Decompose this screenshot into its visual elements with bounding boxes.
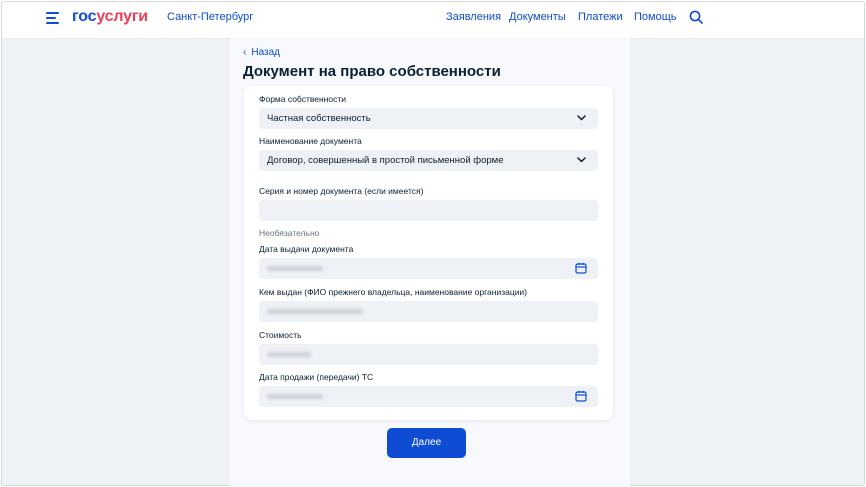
region-selector[interactable]: Санкт-Петербург: [167, 11, 253, 23]
optional-note: Необязательно: [259, 228, 320, 238]
document-name-label: Наименование документа: [259, 136, 362, 146]
nav-applications[interactable]: Заявления: [446, 11, 501, 23]
sale-date-label: Дата продажи (передачи) ТС: [259, 372, 374, 382]
issue-date-label: Дата выдачи документа: [259, 244, 354, 254]
back-link[interactable]: ‹ Назад: [243, 47, 280, 58]
calendar-icon[interactable]: [575, 390, 587, 402]
cost-label: Стоимость: [259, 330, 302, 340]
doc-series-number-input[interactable]: [259, 200, 598, 221]
logo-part-uslugi: услуги: [96, 8, 148, 25]
chevron-left-icon: ‹: [243, 47, 247, 58]
nav-documents[interactable]: Документы: [509, 11, 566, 23]
issued-by-label: Кем выдан (ФИО прежнего владельца, наиме…: [259, 287, 528, 297]
next-button[interactable]: Далее: [387, 428, 466, 458]
calendar-icon[interactable]: [575, 262, 587, 274]
ownership-form-label: Форма собственности: [259, 94, 346, 104]
ownership-form-value: Частная собственность: [267, 113, 371, 124]
redacted-value: [267, 266, 323, 271]
page-title: Документ на право собственности: [243, 63, 501, 80]
issued-by-input[interactable]: [259, 301, 598, 322]
search-icon[interactable]: [689, 10, 703, 24]
nav-payments[interactable]: Платежи: [578, 11, 623, 23]
nav-help[interactable]: Помощь: [634, 11, 677, 23]
issue-date-input[interactable]: [259, 258, 598, 279]
back-label: Назад: [251, 47, 280, 58]
logo-part-gos: гос: [72, 8, 97, 25]
cost-input[interactable]: [259, 344, 598, 365]
ownership-form-select[interactable]: Частная собственность: [259, 108, 598, 129]
menu-icon[interactable]: [46, 12, 60, 24]
document-name-select[interactable]: Договор, совершенный в простой письменно…: [259, 150, 598, 171]
document-name-value: Договор, совершенный в простой письменно…: [267, 155, 504, 166]
sale-date-input[interactable]: [259, 386, 598, 407]
redacted-value: [267, 309, 363, 314]
redacted-value: [267, 352, 311, 357]
redacted-value: [267, 394, 323, 399]
chevron-down-icon: [577, 157, 586, 163]
chevron-down-icon: [577, 115, 586, 121]
doc-series-number-label: Серия и номер документа (если имеется): [259, 186, 424, 196]
gosuslugi-logo[interactable]: госуслуги: [72, 8, 148, 26]
